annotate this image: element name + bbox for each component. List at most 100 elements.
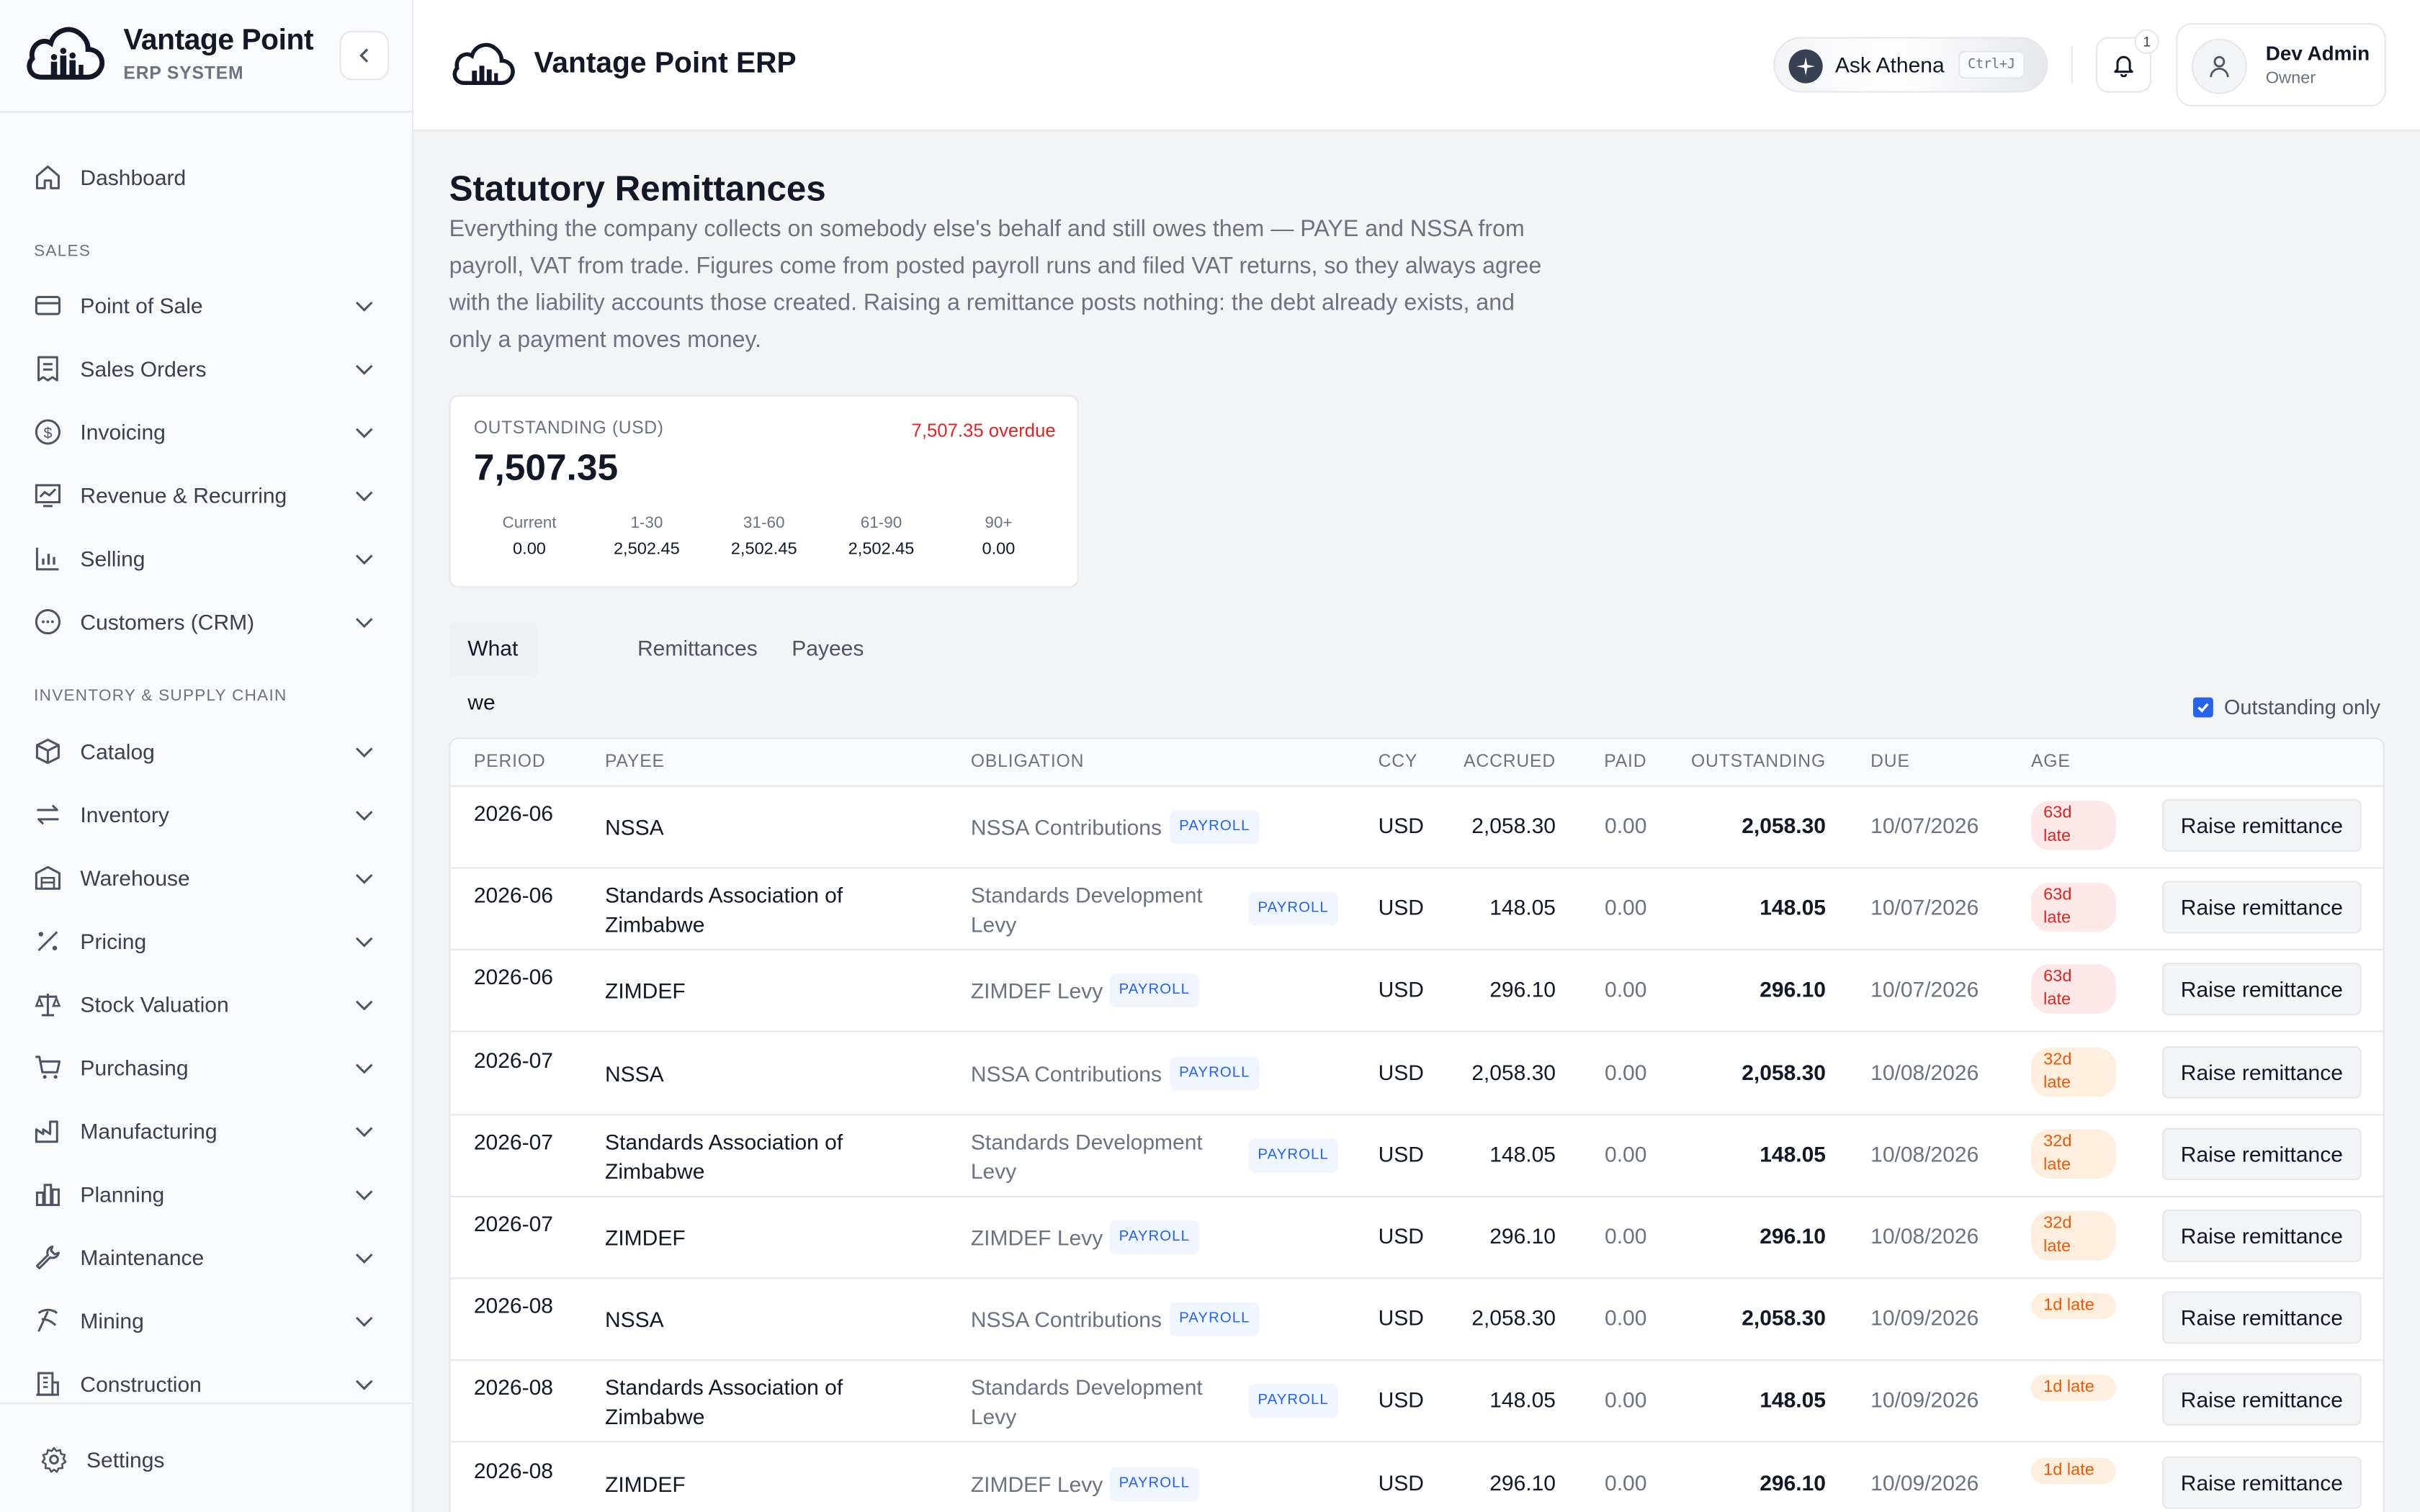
table-row: 2026-07 Standards Association of Zimbabwe… xyxy=(450,1115,2383,1197)
trend-icon xyxy=(35,484,60,508)
brand-subtitle: ERP SYSTEM xyxy=(123,65,244,84)
raise-remittance-button[interactable]: Raise remittance xyxy=(2162,1291,2362,1344)
payee-cell: ZIMDEF xyxy=(605,1471,686,1496)
raise-remittance-button[interactable]: Raise remittance xyxy=(2162,1045,2362,1098)
notifications-button[interactable]: 1 xyxy=(2096,29,2159,93)
chevron-down-icon xyxy=(355,1000,373,1011)
age-badge: 32d late xyxy=(2031,1211,2116,1261)
raise-remittance-button[interactable]: Raise remittance xyxy=(2162,1373,2362,1426)
section-title-inventory: INVENTORY & SUPPLY CHAIN xyxy=(34,686,287,706)
warehouse-icon xyxy=(35,865,60,890)
sidebar-item-customers-crm[interactable]: Customers (CRM) xyxy=(0,594,412,649)
cart-icon xyxy=(35,1056,60,1079)
filter-label: Outstanding only xyxy=(2223,695,2380,719)
brand: Vantage Point ERP SYSTEM xyxy=(0,0,413,113)
sidebar-item-label: Stock Valuation xyxy=(80,991,229,1017)
accrued-cell: 2,058.30 xyxy=(1471,813,1556,838)
sidebar-item-mining[interactable]: Mining xyxy=(0,1293,412,1349)
ask-athena-button[interactable]: Ask Athena Ctrl+J xyxy=(1773,37,2048,93)
user-menu[interactable]: Dev Admin Owner xyxy=(2176,23,2386,107)
payee-cell: Standards Association of Zimbabwe xyxy=(605,1375,843,1430)
chevron-down-icon xyxy=(355,428,373,438)
column-header: PAID xyxy=(1604,752,1647,772)
paid-cell: 0.00 xyxy=(1605,1305,1647,1331)
accrued-cell: 296.10 xyxy=(1489,1223,1556,1248)
accrued-cell: 148.05 xyxy=(1489,1387,1556,1413)
cloud-logo-icon xyxy=(452,42,515,86)
sidebar-item-revenue-recurring[interactable]: Revenue & Recurring xyxy=(0,467,412,523)
tab-payees[interactable]: Payees xyxy=(774,622,883,676)
raise-remittance-button[interactable]: Raise remittance xyxy=(2162,1210,2362,1262)
due-cell: 10/09/2026 xyxy=(1870,1305,1979,1331)
sidebar-item-selling[interactable]: Selling xyxy=(0,531,412,586)
sidebar-item-catalog[interactable]: Catalog xyxy=(0,724,412,779)
chevron-down-icon xyxy=(355,1316,373,1327)
bucket-label: 90+ xyxy=(985,513,1013,533)
bucket-label: 31-60 xyxy=(743,513,785,533)
sidebar-item-pricing[interactable]: Pricing xyxy=(0,914,412,969)
sidebar-item-dashboard[interactable]: Dashboard xyxy=(0,150,412,205)
obligation-cell: NSSA Contributions xyxy=(970,814,1162,840)
sidebar-item-stock-valuation[interactable]: Stock Valuation xyxy=(0,976,412,1032)
raise-remittance-button[interactable]: Raise remittance xyxy=(2162,881,2362,934)
payee-cell: Standards Association of Zimbabwe xyxy=(605,1129,843,1184)
outstanding-cell: 148.05 xyxy=(1760,895,1826,920)
sidebar-item-manufacturing[interactable]: Manufacturing xyxy=(0,1103,412,1158)
raise-remittance-button[interactable]: Raise remittance xyxy=(2162,963,2362,1016)
chevron-down-icon xyxy=(355,364,373,375)
table-row: 2026-07 NSSA NSSA Contributions PAYROLL USD 2… xyxy=(450,1033,2383,1115)
sidebar-item-maintenance[interactable]: Maintenance xyxy=(0,1230,412,1285)
tab-what-we-owe[interactable]: What we owe xyxy=(449,621,537,768)
paid-cell: 0.00 xyxy=(1605,977,1647,1002)
sidebar-item-label: Planning xyxy=(80,1182,165,1207)
obligation-cell: NSSA Contributions xyxy=(970,1307,1162,1332)
raise-remittance-button[interactable]: Raise remittance xyxy=(2162,799,2362,852)
chevron-down-icon xyxy=(355,1380,373,1390)
column-header: AGE xyxy=(2031,752,2071,772)
accrued-cell: 296.10 xyxy=(1489,1470,1556,1495)
age-badge: 1d late xyxy=(2031,1375,2116,1402)
sidebar-item-label: Purchasing xyxy=(80,1055,189,1080)
sidebar-item-point-of-sale[interactable]: Point of Sale xyxy=(0,278,412,333)
sidebar-item-construction[interactable]: Construction xyxy=(0,1356,412,1403)
sidebar-item-label: Sales Orders xyxy=(80,356,207,382)
payee-cell: ZIMDEF xyxy=(605,978,686,1004)
sidebar-item-sales-orders[interactable]: Sales Orders xyxy=(0,341,412,397)
sidebar-nav: Dashboard SALES Point of Sale Sales Orde… xyxy=(0,112,412,1402)
aging-bucket: 31-60 2,502.45 xyxy=(710,514,818,559)
sidebar-item-planning[interactable]: Planning xyxy=(0,1166,412,1222)
sidebar-item-label: Point of Sale xyxy=(80,293,203,318)
collapse-sidebar-button[interactable] xyxy=(339,30,389,81)
bucket-label: Current xyxy=(502,513,557,533)
age-badge: 63d late xyxy=(2031,801,2116,850)
chevron-down-icon xyxy=(355,1127,373,1138)
bucket-label: 1-30 xyxy=(630,513,663,533)
sidebar-item-invoicing[interactable]: $ Invoicing xyxy=(0,404,412,459)
divider xyxy=(2071,46,2073,84)
table-row: 2026-06 ZIMDEF ZIMDEF Levy PAYROLL USD 296.10… xyxy=(450,951,2383,1033)
user-role: Owner xyxy=(2265,69,2316,89)
pickaxe-icon xyxy=(37,1308,58,1332)
sidebar-item-inventory[interactable]: Inventory xyxy=(0,787,412,842)
aging-bucket: 1-30 2,502.45 xyxy=(593,514,701,559)
sidebar-item-warehouse[interactable]: Warehouse xyxy=(0,850,412,906)
summary-label: OUTSTANDING (USD) xyxy=(473,419,664,438)
svg-text:$: $ xyxy=(43,425,52,442)
ask-athena-label: Ask Athena xyxy=(1834,52,1945,78)
brand-name: Vantage Point xyxy=(123,24,314,58)
period-cell: 2026-06 xyxy=(473,965,553,990)
paid-cell: 0.00 xyxy=(1605,1141,1647,1166)
tab-remittances[interactable]: Remittances xyxy=(619,622,776,676)
raise-remittance-button[interactable]: Raise remittance xyxy=(2162,1455,2362,1508)
outstanding-only-filter[interactable]: Outstanding only xyxy=(2193,693,2380,721)
obligations-table: PERIOD PAYEE OBLIGATION CCY ACCRUED PAID… xyxy=(449,737,2385,1512)
sidebar-item-settings[interactable]: Settings xyxy=(0,1402,413,1512)
column-header: CCY xyxy=(1378,752,1418,772)
sidebar-item-purchasing[interactable]: Purchasing xyxy=(0,1040,412,1095)
obligation-cell: Standards Development Levy xyxy=(970,1129,1203,1184)
page-description: Everything the company collects on someb… xyxy=(449,216,1542,354)
chevron-down-icon xyxy=(355,491,373,502)
obligation-cell: NSSA Contributions xyxy=(970,1061,1162,1086)
raise-remittance-button[interactable]: Raise remittance xyxy=(2162,1127,2362,1180)
outstanding-only-checkbox[interactable] xyxy=(2193,696,2213,717)
